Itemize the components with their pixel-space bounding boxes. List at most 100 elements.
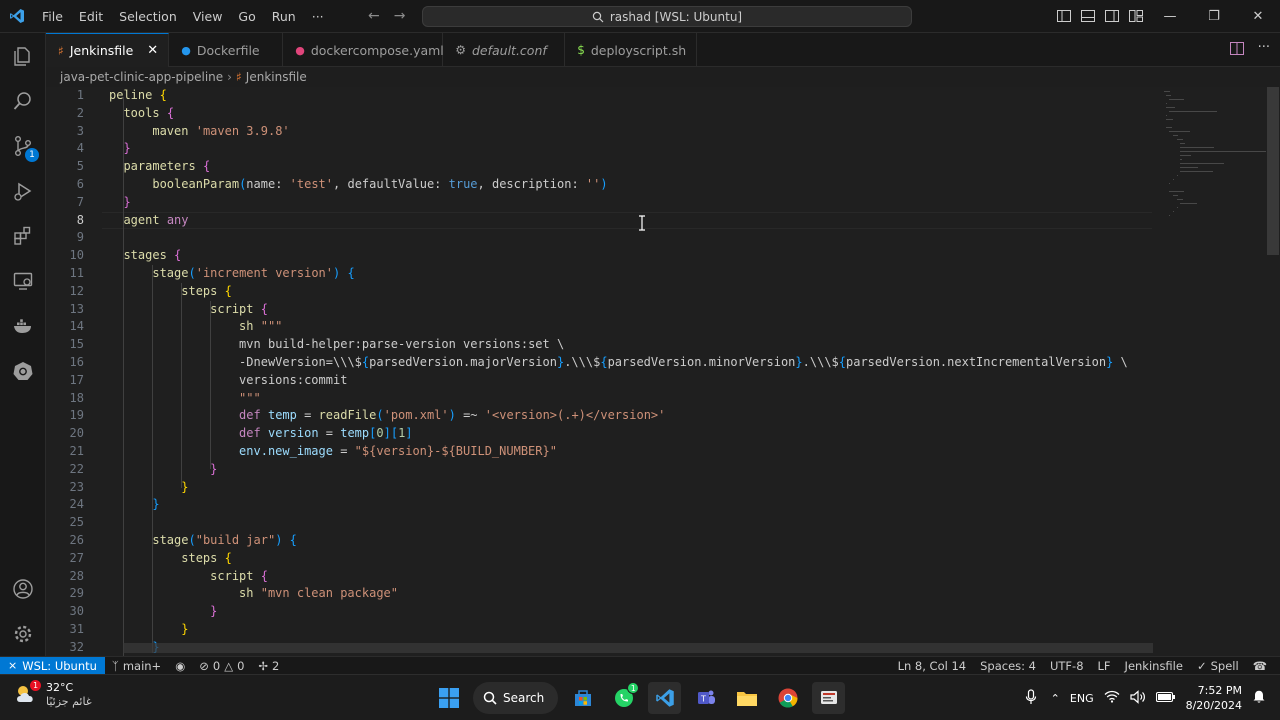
command-center[interactable]: rashad [WSL: Ubuntu] [422,6,912,27]
problems-indicator[interactable]: ⊘ 0 △ 0 [192,659,251,673]
tab-label: Dockerfile [196,42,260,58]
code-line: 11 stage('increment version') { [46,265,1246,283]
breadcrumb-folder[interactable]: java-pet-clinic-app-pipeline [60,70,223,84]
windows-start-icon[interactable] [432,682,465,714]
code-editor[interactable]: 1 peline {2 tools {3 maven 'maven 3.9.8' 4… [46,87,1266,656]
line-number: 23 [69,479,84,494]
explorer-icon[interactable] [0,33,46,78]
source-control-icon[interactable]: 1 [0,123,46,168]
teams-icon[interactable]: T [689,682,722,714]
remote-icon: ⨯ [8,659,18,672]
whatsapp-icon[interactable]: 1 [607,682,640,714]
line-number: 32 [69,639,84,654]
editor-actions: ··· [1229,41,1270,58]
remote-explorer-icon[interactable] [0,258,46,303]
tab-dockerfile[interactable]: ● Dockerfile [169,33,284,67]
microsoft-store-icon[interactable] [566,682,599,714]
back-arrow-icon[interactable]: ← [368,8,380,24]
minimize-icon[interactable]: — [1148,0,1192,33]
line-ending[interactable]: LF [1091,659,1118,673]
language-mode[interactable]: Jenkinsfile [1118,659,1190,673]
accounts-icon[interactable] [0,566,46,611]
vertical-scrollbar-thumb[interactable] [1267,87,1279,255]
close-tab-icon[interactable]: ✕ [147,43,158,58]
weather-widget[interactable]: 1 32°C غائم جزئيًا [14,680,92,709]
run-debug-icon[interactable] [0,168,46,213]
menu-go[interactable]: Go [230,9,263,24]
docker-icon[interactable] [0,303,46,348]
sync-indicator[interactable]: ◉ [168,659,192,673]
tab-jenkinsfile[interactable]: ♯ Jenkinsfile ✕ [46,33,170,67]
horizontal-scrollbar-thumb[interactable] [123,643,1153,653]
spell-label: Spell [1210,659,1239,673]
line-number: 1 [76,88,84,102]
chevron-up-icon[interactable]: ⌃ [1051,692,1060,705]
menu-view[interactable]: View [185,9,231,24]
toggle-secondary-sidebar-icon[interactable] [1104,8,1120,24]
ports-indicator[interactable]: ✢ 2 [251,659,286,673]
line-code: script { [210,301,268,316]
menu-selection[interactable]: Selection [111,9,185,24]
remote-indicator[interactable]: ⨯ WSL: Ubuntu [0,656,105,675]
customize-layout-icon[interactable] [1128,8,1144,24]
minimap[interactable] [1160,87,1273,227]
layout-controls [1056,8,1144,24]
error-icon: ⊘ [199,658,209,673]
branch-indicator[interactable]: ᛉ main+ [105,659,168,673]
volume-icon[interactable] [1129,689,1146,707]
file-explorer-icon[interactable] [730,682,763,714]
microphone-icon[interactable] [1025,688,1037,708]
close-window-icon[interactable]: ✕ [1236,0,1280,33]
search-view-icon[interactable] [0,78,46,123]
breadcrumb-file[interactable]: Jenkinsfile [246,70,307,84]
menu-run[interactable]: Run [264,9,304,24]
code-line: 26 stage("build jar") { [46,532,1246,550]
keyboard-language[interactable]: ENG [1070,692,1094,705]
minimap-line [1169,215,1171,216]
menu-more[interactable]: ··· [304,9,332,24]
indentation[interactable]: Spaces: 4 [973,659,1043,673]
clock-time: 7:52 PM [1197,684,1242,697]
menu-file[interactable]: File [34,9,71,24]
command-center-label: rashad [WSL: Ubuntu] [609,9,743,24]
toggle-sidebar-icon[interactable] [1056,8,1072,24]
kubernetes-icon[interactable] [0,348,46,393]
weather-desc: غائم جزئيًا [46,695,92,708]
forward-arrow-icon[interactable]: → [394,8,406,24]
notifications-bell-icon[interactable]: ☎ [1246,659,1274,673]
jenkins-file-icon: ♯ [235,70,242,84]
wifi-icon[interactable] [1104,690,1120,706]
battery-icon[interactable] [1155,691,1176,706]
warning-count: 0 [237,658,245,673]
clock[interactable]: 7:52 PM 8/20/2024 [1186,683,1242,713]
breadcrumb: java-pet-clinic-app-pipeline › ♯ Jenkins… [46,67,1146,87]
taskbar-search[interactable]: Search [473,682,559,714]
screen-recorder-icon[interactable] [812,682,846,714]
minimap-line [1180,203,1197,204]
tab-label: Jenkinsfile [69,43,134,58]
split-editor-icon[interactable] [1229,42,1244,58]
line-code: stage('increment version') { [152,266,355,280]
code-line: 25 [46,514,1246,532]
tab-default-conf[interactable]: ⚙ default.conf [443,33,566,67]
remote-label: WSL: Ubuntu [22,658,97,673]
code-line: 6 booleanParam(name: 'test', defaultValu… [46,176,1246,194]
line-code: maven 'maven 3.9.8' [152,123,290,138]
search-icon [483,691,497,705]
menu-edit[interactable]: Edit [71,9,111,24]
chrome-icon[interactable] [771,682,804,714]
settings-gear-icon[interactable] [0,611,46,656]
toggle-panel-icon[interactable] [1080,8,1096,24]
tab-dockercompose[interactable]: ● dockercompose.yaml [283,33,444,67]
minimap-line [1173,195,1179,196]
restore-icon[interactable]: ❐ [1192,0,1236,33]
tab-deployscript[interactable]: $ deployscript.sh [565,33,698,67]
cursor-position[interactable]: Ln 8, Col 14 [891,659,974,673]
encoding[interactable]: UTF-8 [1043,659,1091,673]
notifications-bell-icon[interactable] [1252,689,1266,707]
spell-checker[interactable]: ✓ Spell [1190,659,1246,673]
tab-label: dockercompose.yaml [310,42,444,58]
extensions-icon[interactable] [0,213,46,258]
more-actions-icon[interactable]: ··· [1258,41,1270,58]
vscode-taskbar-icon[interactable] [648,682,682,714]
